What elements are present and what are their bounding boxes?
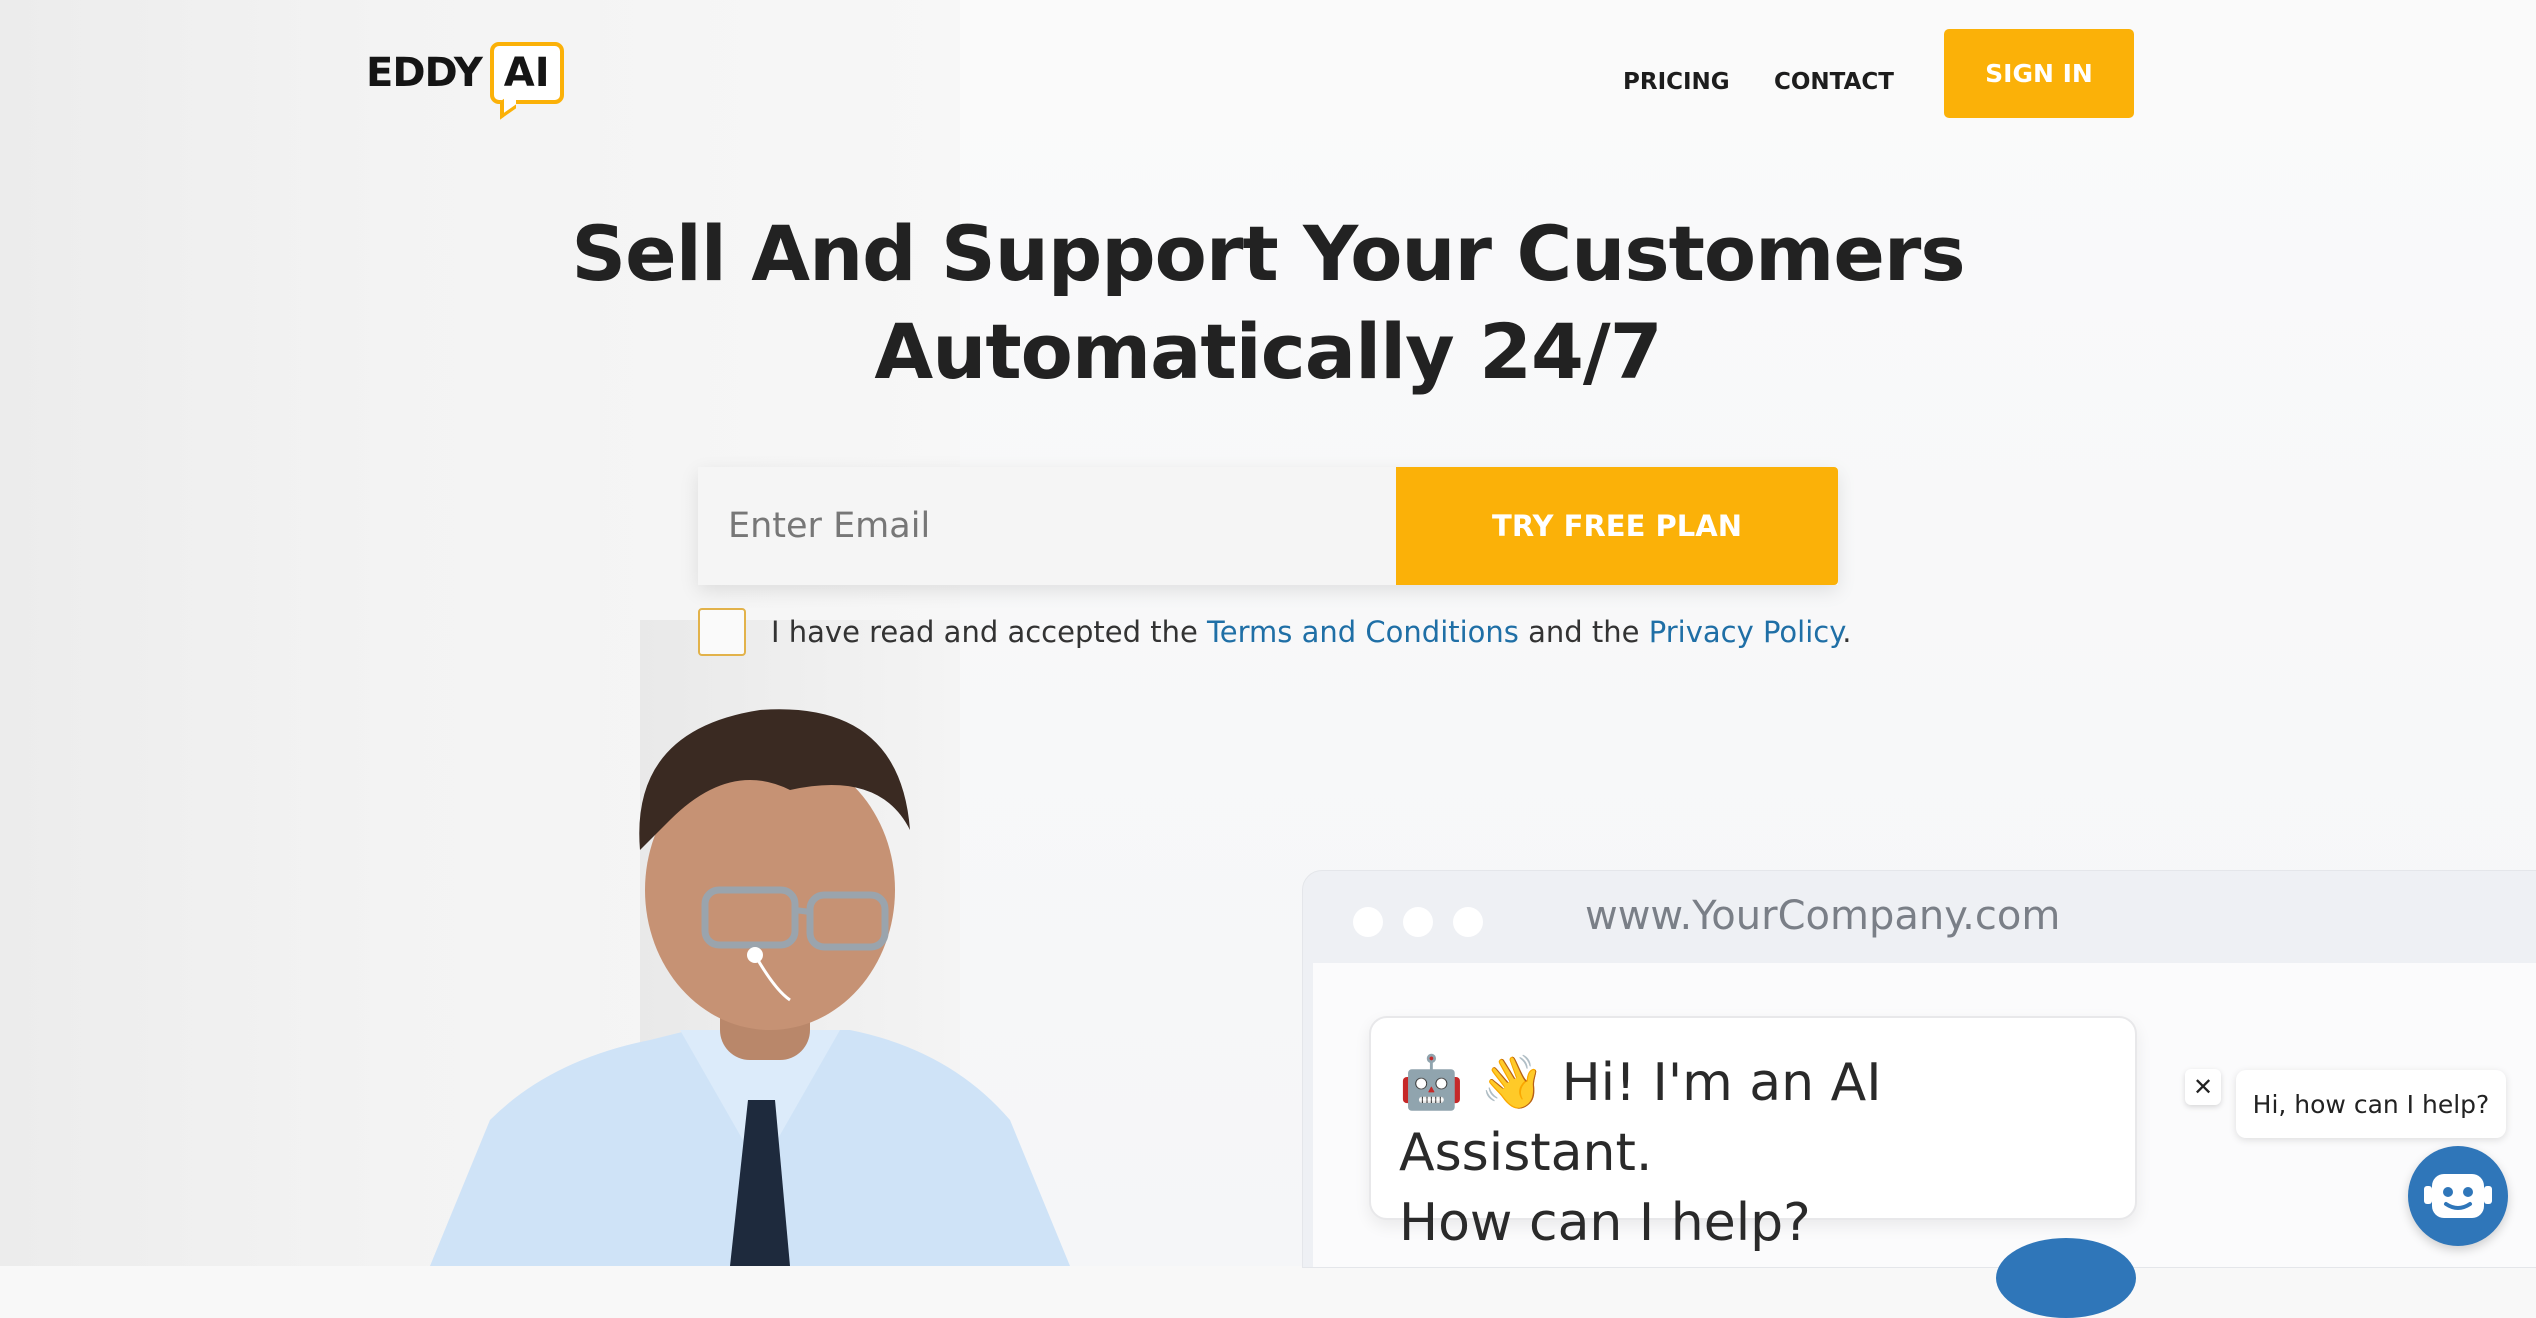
eddy-ai-logo[interactable]: EDDY AI [366, 40, 564, 106]
sign-in-button[interactable]: SIGN IN [1944, 29, 2134, 118]
logo-text: EDDY [366, 50, 483, 96]
headline-line-2: Automatically 24/7 [874, 307, 1662, 396]
consent-prefix: I have read and accepted the [771, 615, 1208, 649]
window-dot-2 [1403, 907, 1433, 937]
privacy-link[interactable]: Privacy Policy [1649, 615, 1843, 649]
nav-contact-link[interactable]: CONTACT [1774, 60, 1894, 104]
robot-icon [2424, 1174, 2492, 1218]
ai-greeting-bubble: 🤖 👋 Hi! I'm an AI Assistant. How can I h… [1369, 1016, 2137, 1253]
consent-middle: and the [1518, 615, 1649, 649]
mock-url: www.YourCompany.com [1585, 893, 2061, 939]
person-photo [430, 709, 1070, 1266]
nav-pricing-link[interactable]: PRICING [1623, 60, 1730, 104]
try-free-plan-button[interactable]: TRY FREE PLAN [1396, 467, 1838, 585]
logo-ai-badge: AI [489, 42, 564, 104]
mock-chat-button [1996, 1238, 2136, 1318]
terms-link[interactable]: Terms and Conditions [1207, 615, 1519, 649]
consent-checkbox[interactable] [698, 608, 746, 656]
bubble-line-2: How can I help? [1399, 1193, 1811, 1253]
window-dot-1 [1353, 907, 1383, 937]
consent-row: I have read and accepted the Terms and C… [698, 608, 1851, 656]
hero-headline: Sell And Support Your Customers Automati… [368, 205, 2168, 401]
chat-widget-button[interactable] [2408, 1146, 2508, 1246]
window-dot-3 [1453, 907, 1483, 937]
chat-widget-tooltip[interactable]: Hi, how can I help? [2236, 1070, 2506, 1138]
headline-line-1: Sell And Support Your Customers [571, 209, 1965, 298]
signup-form: TRY FREE PLAN [698, 467, 1838, 585]
close-icon[interactable]: ✕ [2185, 1069, 2221, 1105]
email-input[interactable] [698, 467, 1396, 585]
bubble-emoji-icons: 🤖 👋 [1399, 1053, 1546, 1113]
consent-suffix: . [1842, 615, 1852, 649]
consent-text: I have read and accepted the Terms and C… [771, 615, 1851, 649]
